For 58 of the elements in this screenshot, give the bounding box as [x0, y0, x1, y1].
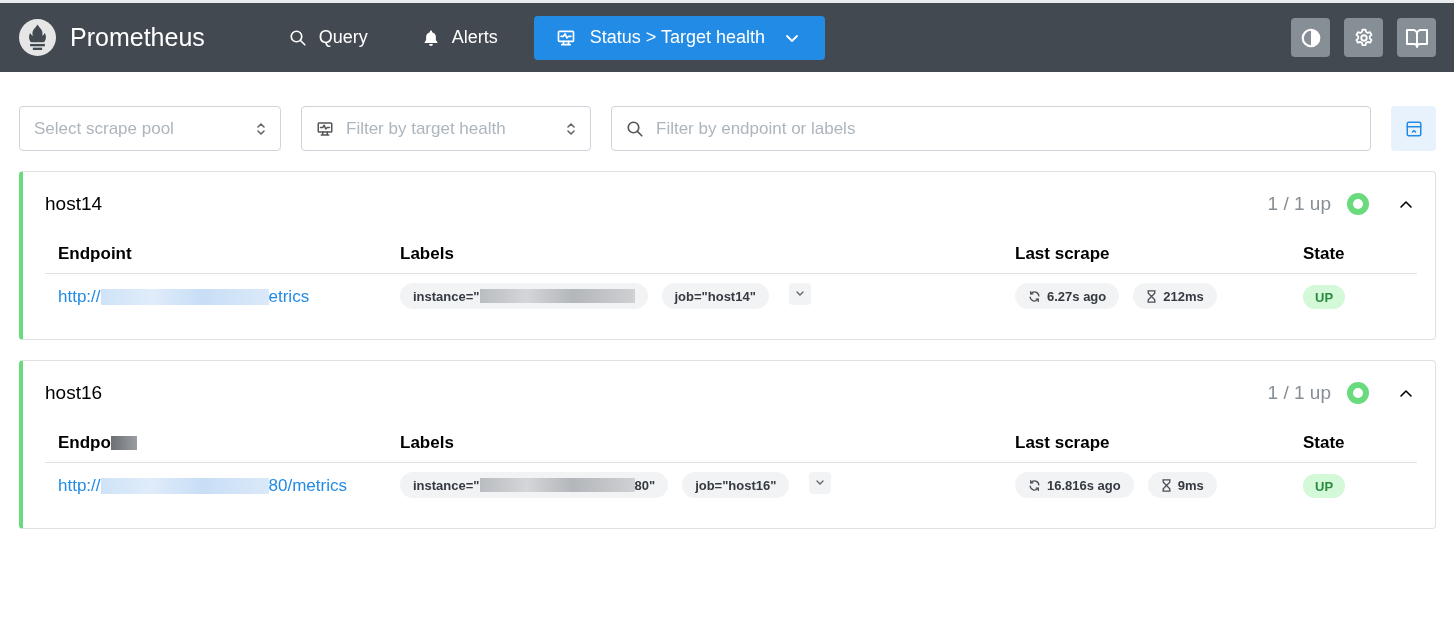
search-icon: [288, 28, 307, 47]
search-icon: [626, 119, 644, 138]
select-field[interactable]: Filter by target health: [301, 106, 591, 151]
column-header: Endpo: [45, 425, 387, 463]
up-count: 1 / 1 up: [1267, 382, 1331, 404]
docs-button[interactable]: [1397, 18, 1436, 57]
last-scrape-tag: 6.27s ago: [1015, 283, 1120, 309]
collapse-icon: [1404, 119, 1423, 138]
select-input[interactable]: Filter by target health: [346, 118, 554, 139]
nav-tab[interactable]: Query: [270, 15, 388, 60]
column-header: State: [1290, 236, 1417, 274]
column-header: State: [1290, 425, 1417, 463]
label-tag: job="host16": [682, 472, 790, 498]
search-field[interactable]: Filter by endpoint or labels: [611, 106, 1371, 151]
last-scrape-tag: 16.816s ago: [1015, 472, 1134, 498]
select-field[interactable]: Select scrape pool: [19, 106, 281, 151]
select-input[interactable]: Select scrape pool: [34, 118, 244, 139]
chevron-icon[interactable]: [1399, 199, 1413, 209]
pool-name[interactable]: host14: [45, 193, 1268, 215]
brand-name[interactable]: Prometheus: [70, 23, 205, 52]
label-tag: instance=" 80": [400, 472, 669, 498]
label-tag: job="host14": [661, 283, 769, 309]
monitor-icon: [316, 119, 334, 138]
pool-name[interactable]: host16: [45, 382, 1268, 404]
contrast-icon: [1299, 26, 1322, 49]
logo-icon[interactable]: [19, 19, 56, 56]
endpoint-link[interactable]: http:// 80/metrics: [58, 472, 347, 496]
settings-button[interactable]: [1344, 18, 1383, 57]
caret-icon: [794, 290, 805, 298]
sort-icon: [566, 120, 576, 137]
refresh-icon: [1028, 478, 1041, 492]
endpoint-link[interactable]: http:// etrics: [58, 283, 310, 307]
state-badge: UP: [1303, 474, 1346, 498]
collapse-all-button[interactable]: [1391, 106, 1436, 151]
caret-icon: [815, 479, 826, 487]
column-header: Labels: [387, 236, 1002, 274]
theme-button[interactable]: [1291, 18, 1330, 57]
duration-tag: 9ms: [1147, 472, 1217, 498]
nav-tab[interactable]: Status > Target health: [533, 15, 826, 60]
expand-labels-button[interactable]: [809, 472, 832, 494]
duration-tag: 212ms: [1133, 283, 1217, 309]
up-count: 1 / 1 up: [1267, 193, 1331, 215]
refresh-icon: [1028, 289, 1041, 303]
label-tag: instance=": [400, 283, 648, 309]
sort-icon: [256, 120, 266, 137]
nav-tab[interactable]: Alerts: [403, 15, 518, 60]
chevron-icon[interactable]: [1399, 388, 1413, 398]
state-badge: UP: [1303, 285, 1346, 309]
column-header: Endpoint: [45, 236, 387, 274]
book-icon: [1404, 26, 1429, 49]
hourglass-icon: [1146, 289, 1158, 303]
expand-labels-button[interactable]: [788, 283, 811, 305]
column-header: Labels: [387, 425, 1002, 463]
caret-icon: [785, 32, 800, 43]
search-input[interactable]: Filter by endpoint or labels: [656, 118, 1356, 139]
hourglass-icon: [1160, 478, 1172, 492]
column-header: Last scrape: [1002, 425, 1290, 463]
column-header: Last scrape: [1002, 236, 1290, 274]
